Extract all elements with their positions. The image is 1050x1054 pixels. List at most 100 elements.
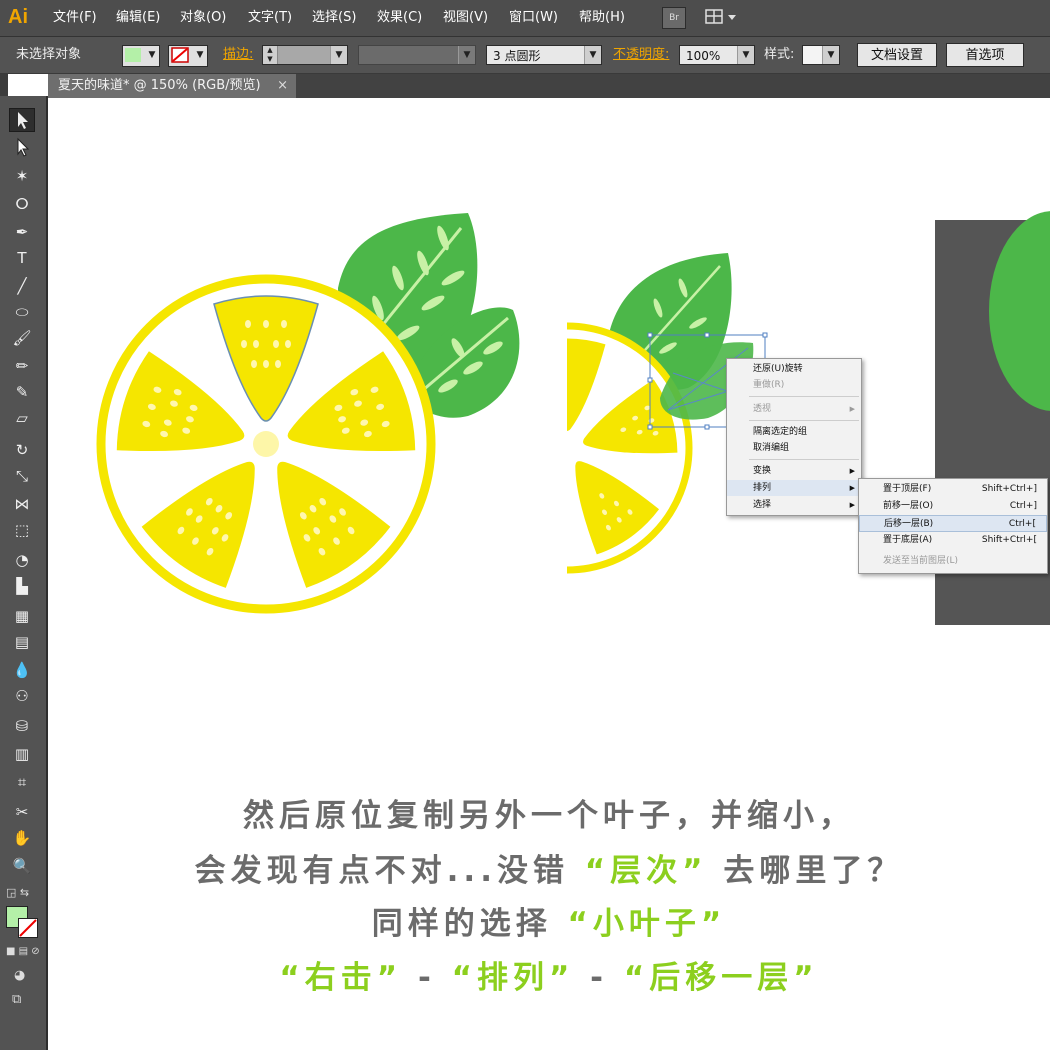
fill-swatch[interactable]: ▼	[122, 45, 160, 67]
magic-wand-tool-icon[interactable]: ✶	[9, 164, 35, 188]
blob-brush-tool-icon[interactable]: ✎	[9, 380, 35, 404]
submenu-arrow-icon: ▶	[849, 484, 855, 492]
context-menu: 还原(U)旋转 重做(R) 透视 ▶ 隔离选定的组 取消编组 变换 ▶ 排列 ▶ 选择…	[726, 358, 862, 516]
menu-window[interactable]: 窗口(W)	[509, 9, 558, 27]
document-tab[interactable]: 夏天的味道* @ 150% (RGB/预览) ×	[48, 74, 296, 98]
submenu-arrow-icon: ▶	[849, 405, 855, 413]
ctx-ungroup[interactable]: 取消编组	[727, 440, 861, 456]
menu-divider	[749, 420, 859, 421]
ctx-transform[interactable]: 变换 ▶	[727, 463, 861, 479]
direct-selection-tool-icon[interactable]	[9, 136, 35, 160]
lasso-tool-icon[interactable]: ⵔ	[9, 192, 35, 216]
arrange-submenu: 置于顶层(F) Shift+Ctrl+] 前移一层(O) Ctrl+] 后移一层(B…	[858, 478, 1048, 574]
menu-view[interactable]: 视图(V)	[443, 9, 488, 27]
zoom-tool-icon[interactable]: 🔍	[9, 854, 35, 878]
line-segment-tool-icon[interactable]: ╱	[9, 274, 35, 298]
arrange-bring-forward[interactable]: 前移一层(O) Ctrl+]	[859, 498, 1047, 515]
document-setup-button[interactable]: 文档设置	[857, 43, 937, 67]
opacity-value: 100%	[686, 49, 721, 63]
rotate-tool-icon[interactable]: ↻	[9, 438, 35, 462]
slice-tool-icon[interactable]: ✂	[9, 800, 35, 824]
menu-object[interactable]: 对象(O)	[180, 9, 226, 27]
tools-panel: ✶ ⵔ ✒ T ╱ ⬭ 🖌 ✏ ✎ ▱ ↻ ⤡ ⋈ ⬚ ◔ ▙ ▦ ▤ 💧 ⚇ …	[0, 96, 48, 1050]
arrange-send-backward[interactable]: 后移一层(B) Ctrl+[	[859, 515, 1047, 532]
fill-color-chip	[125, 48, 141, 62]
preferences-button[interactable]: 首选项	[946, 43, 1024, 67]
menu-select[interactable]: 选择(S)	[312, 9, 356, 27]
caption-line-1: 然后原位复制另外一个叶子，并缩小，	[243, 798, 855, 834]
stepper-icon[interactable]: ▲ ▼	[263, 46, 278, 64]
stroke-label-link[interactable]: 描边:	[223, 46, 253, 64]
lemon-slice-left	[96, 274, 436, 614]
ctx-select[interactable]: 选择 ▶	[727, 497, 861, 513]
ctx-isolate-group[interactable]: 隔离选定的组	[727, 424, 861, 440]
caption-line-2: 会发现有点不对...没错 “层次” 去哪里了？	[194, 853, 904, 889]
close-icon[interactable]: ×	[277, 74, 288, 98]
default-colors-icon[interactable]: ◲ ⇆	[6, 886, 29, 899]
mesh-tool-icon[interactable]: ▦	[9, 604, 35, 628]
style-label: 样式:	[764, 47, 795, 62]
pencil-tool-icon[interactable]: ✏	[9, 354, 35, 378]
menu-help[interactable]: 帮助(H)	[579, 9, 625, 27]
caption-line-3: 同样的选择 “小叶子”	[371, 906, 727, 942]
ellipse-tool-icon[interactable]: ⬭	[9, 300, 35, 324]
no-stroke-icon	[171, 47, 189, 63]
ctx-arrange[interactable]: 排列 ▶	[727, 480, 861, 496]
menu-divider	[749, 396, 859, 397]
chevron-down-icon: ▼	[822, 46, 839, 64]
control-bar: 未选择对象 ▼ ▼ 描边: ▲ ▼ ▼ ▼ 3 点圆形 ▼ 不透明度: 100% …	[0, 37, 1050, 74]
arrange-send-to-back[interactable]: 置于底层(A) Shift+Ctrl+[	[859, 532, 1047, 549]
stroke-swatch[interactable]: ▼	[168, 45, 208, 67]
menu-file[interactable]: 文件(F)	[53, 9, 97, 27]
paintbrush-tool-icon[interactable]: 🖌	[9, 326, 35, 350]
lemon-slice-right	[567, 253, 768, 574]
selection-status: 未选择对象	[16, 47, 82, 62]
screen-mode-icon[interactable]: ⧉	[12, 992, 21, 1007]
brush-value: 3 点圆形	[493, 49, 541, 63]
stroke-color-box[interactable]	[18, 918, 38, 938]
menu-edit[interactable]: 编辑(E)	[116, 9, 160, 27]
opacity-label-link[interactable]: 不透明度:	[613, 46, 669, 64]
blend-tool-icon[interactable]: ⚇	[9, 684, 35, 708]
shape-builder-tool-icon[interactable]: ◔	[9, 548, 35, 572]
submenu-arrow-icon: ▶	[849, 467, 855, 475]
chevron-down-icon: ▼	[737, 46, 754, 64]
arrange-bring-to-front[interactable]: 置于顶层(F) Shift+Ctrl+]	[859, 481, 1047, 498]
opacity-field[interactable]: 100% ▼	[679, 45, 755, 65]
menu-type[interactable]: 文字(T)	[248, 9, 292, 27]
ctx-undo-rotate[interactable]: 还原(U)旋转	[727, 361, 861, 377]
menu-effect[interactable]: 效果(C)	[377, 9, 422, 27]
pen-tool-icon[interactable]: ✒	[9, 220, 35, 244]
caption-line-4: “右击” - “排列” - “后移一层”	[279, 960, 819, 996]
symbol-sprayer-tool-icon[interactable]: ⛁	[9, 714, 35, 738]
color-mode-icons[interactable]: ■ ▤ ⊘	[6, 946, 40, 957]
bridge-button[interactable]: Br	[662, 7, 686, 29]
stroke-weight-field[interactable]: ▲ ▼ ▼	[262, 45, 348, 65]
perspective-grid-tool-icon[interactable]: ▙	[9, 574, 35, 598]
drawing-mode-icon[interactable]: ◕	[14, 968, 25, 983]
chevron-down-icon: ▼	[458, 46, 475, 64]
eyedropper-tool-icon[interactable]: 💧	[9, 658, 35, 682]
selection-tool-icon[interactable]	[9, 108, 35, 132]
ctx-redo: 重做(R)	[753, 380, 785, 390]
hand-tool-icon[interactable]: ✋	[9, 826, 35, 850]
variable-width-profile[interactable]: ▼	[358, 45, 476, 65]
graphic-style-swatch[interactable]: ▼	[802, 45, 840, 65]
chevron-down-icon: ▼	[148, 50, 156, 60]
brush-definition-dropdown[interactable]: 3 点圆形 ▼	[486, 45, 602, 65]
workspace-arrange-icon[interactable]	[704, 7, 740, 27]
chevron-down-icon: ▼	[584, 46, 601, 64]
document-tab-title: 夏天的味道* @ 150% (RGB/预览)	[58, 78, 261, 93]
eraser-tool-icon[interactable]: ▱	[9, 406, 35, 430]
gradient-tool-icon[interactable]: ▤	[9, 630, 35, 654]
chevron-down-icon: ▼	[196, 50, 204, 60]
document-tab-bar: 夏天的味道* @ 150% (RGB/预览) ×	[48, 74, 1050, 98]
width-tool-icon[interactable]: ⋈	[9, 492, 35, 516]
column-graph-tool-icon[interactable]: ▥	[9, 742, 35, 766]
type-tool-icon[interactable]: T	[9, 246, 35, 270]
artboard-tool-icon[interactable]: ⌗	[9, 770, 35, 794]
submenu-arrow-icon: ▶	[849, 501, 855, 509]
menu-bar: Ai 文件(F) 编辑(E) 对象(O) 文字(T) 选择(S) 效果(C) 视…	[0, 0, 1050, 37]
free-transform-tool-icon[interactable]: ⬚	[9, 518, 35, 542]
scale-tool-icon[interactable]: ⤡	[9, 464, 35, 488]
